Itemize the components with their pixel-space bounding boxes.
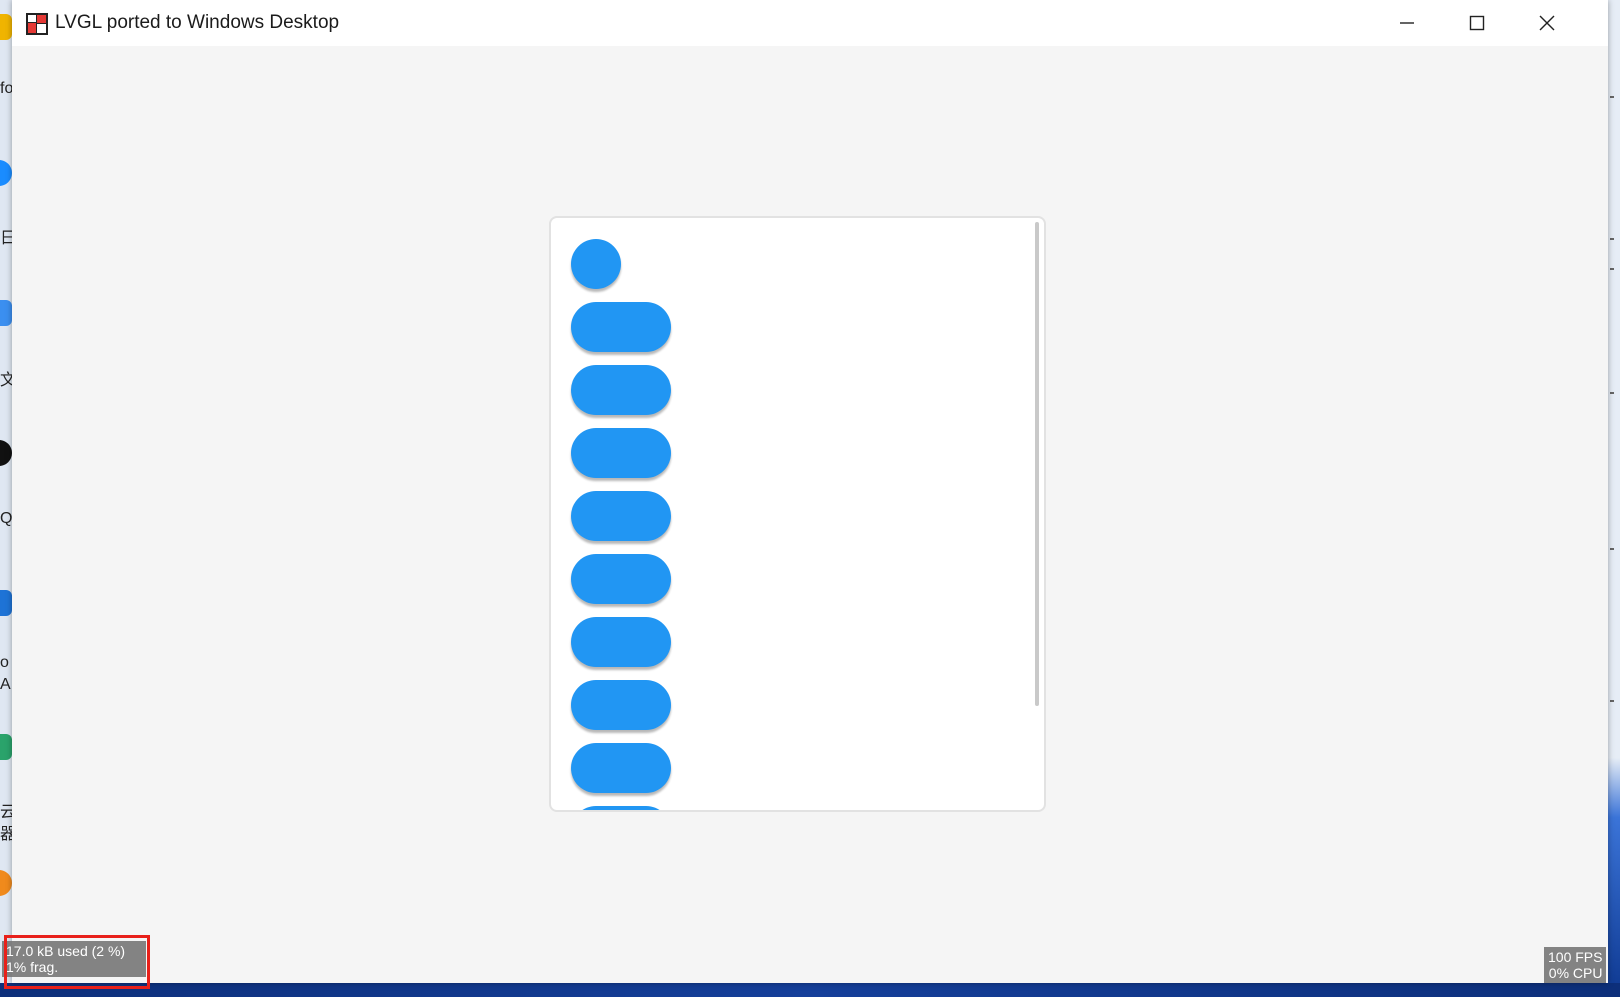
maximize-icon [1469,15,1485,31]
close-button[interactable] [1512,0,1582,46]
lvgl-button-4[interactable] [571,428,671,478]
panel-scrollbar[interactable] [1035,222,1039,706]
lvgl-button-9[interactable] [571,743,671,793]
desktop-label: A [0,676,11,693]
window-title: LVGL ported to Windows Desktop [55,12,340,33]
desktop-app-icon[interactable] [0,14,12,40]
desktop-label: Q [0,510,12,527]
lvgl-button-5[interactable] [571,491,671,541]
desktop-label: fo [0,80,12,97]
taskbar [0,983,1620,997]
lvgl-flex-panel[interactable] [549,216,1046,812]
desktop-dot [1610,268,1614,270]
desktop-dot [1610,700,1614,702]
desktop-left-strip: fo 日 文 Q o A 云 器 [0,0,12,997]
desktop-label: o [0,654,9,671]
fps-text: 100 FPS [1548,949,1603,965]
close-icon [1539,15,1555,31]
minimize-icon [1400,22,1414,24]
desktop-label: 文 [0,372,12,389]
cpu-text: 0% CPU [1548,965,1603,981]
lvgl-app-icon [26,13,48,35]
desktop-label: 日 [0,230,12,247]
desktop-app-icon[interactable] [0,870,12,896]
memory-monitor-highlight [4,935,150,989]
title-bar[interactable]: LVGL ported to Windows Desktop [12,0,1608,46]
minimize-button[interactable] [1372,0,1442,46]
lvgl-button-1[interactable] [571,239,621,289]
performance-monitor: 100 FPS 0% CPU [1544,947,1607,983]
lvgl-button-2[interactable] [571,302,671,352]
lvgl-button-10[interactable] [571,806,671,810]
desktop-dot [1610,96,1614,98]
desktop-app-icon[interactable] [0,590,12,616]
desktop-qq-icon[interactable] [0,440,12,466]
desktop-app-icon[interactable] [0,300,12,326]
desktop-label: 器 [0,826,12,843]
lvgl-button-3[interactable] [571,365,671,415]
desktop-right-strip [1608,0,1620,997]
desktop-dot [1610,238,1614,240]
maximize-button[interactable] [1442,0,1512,46]
desktop-app-icon[interactable] [0,160,12,186]
desktop-label: 云 [0,804,12,821]
lvgl-button-7[interactable] [571,617,671,667]
lvgl-button-6[interactable] [571,554,671,604]
desktop-dot [1610,392,1614,394]
lvgl-button-8[interactable] [571,680,671,730]
desktop-app-icon[interactable] [0,734,12,760]
desktop-dot [1610,548,1614,550]
